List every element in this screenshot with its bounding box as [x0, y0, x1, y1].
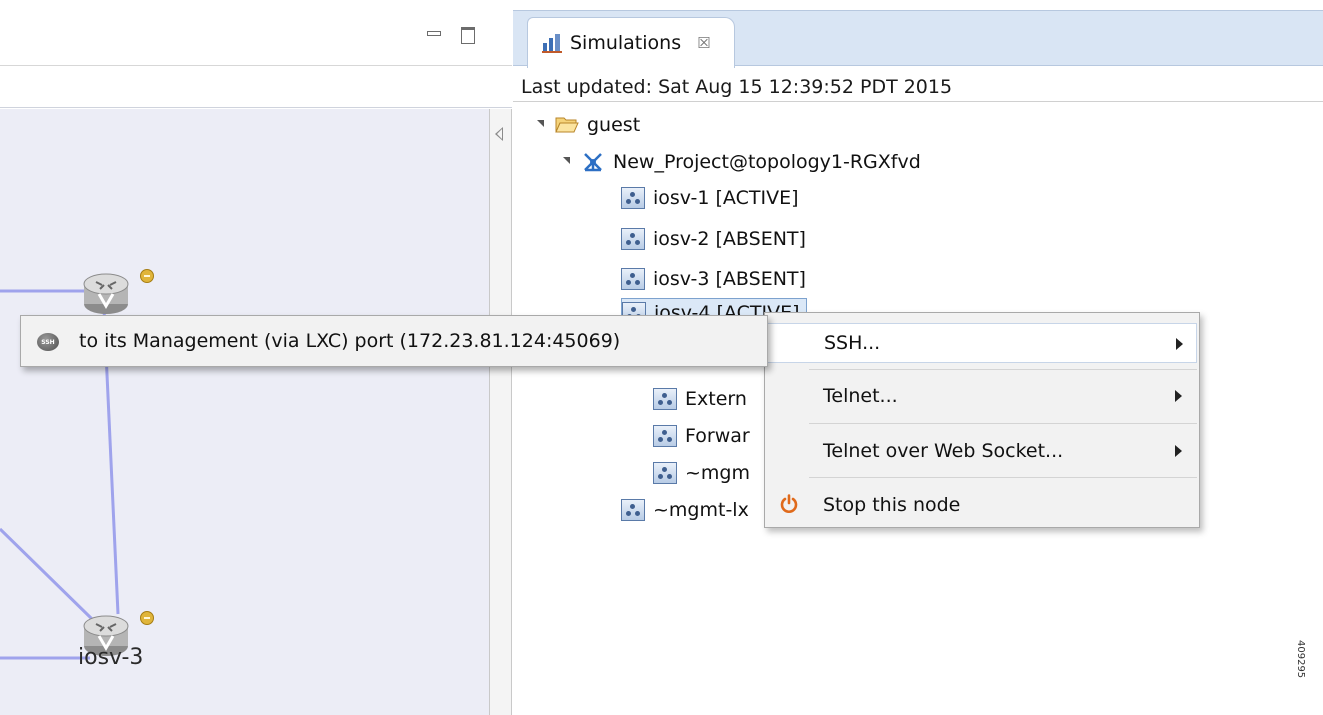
menu-item-label: Stop this node — [823, 494, 961, 516]
node-icon — [621, 187, 645, 209]
last-updated-text: Last updated: Sat Aug 15 12:39:52 PDT 20… — [521, 76, 953, 98]
tree-item-node[interactable]: iosv-3 [ABSENT] — [621, 262, 806, 296]
topology-icon — [584, 153, 602, 172]
node-icon — [621, 268, 645, 290]
tree-item-interface[interactable]: Extern — [653, 382, 747, 416]
menu-separator — [809, 477, 1197, 478]
node-icon — [653, 425, 677, 447]
topology-links — [0, 289, 120, 660]
maximize-button[interactable] — [458, 26, 476, 44]
expand-arrow-icon[interactable] — [561, 156, 573, 168]
node-icon — [621, 499, 645, 521]
close-icon[interactable]: ☒ — [697, 34, 710, 52]
expand-arrow-icon[interactable] — [535, 119, 547, 131]
submenu-arrow-icon — [1175, 445, 1182, 457]
palette-collapse-bar[interactable] — [489, 109, 512, 715]
tree-label: ~mgmt-lx — [653, 499, 749, 521]
tree-item-interface[interactable]: ~mgm — [653, 456, 750, 490]
tree-label: guest — [587, 114, 641, 136]
menu-item-telnet[interactable]: Telnet... — [767, 376, 1197, 416]
folder-open-icon — [555, 117, 579, 133]
tree-label: ~mgm — [685, 462, 750, 484]
editor-header — [0, 0, 512, 66]
menu-separator — [809, 423, 1197, 424]
editor-subheader — [0, 66, 512, 108]
menu-item-label: Telnet over Web Socket... — [823, 440, 1064, 462]
node-icon — [653, 388, 677, 410]
topology-canvas[interactable] — [0, 109, 489, 715]
collapse-left-icon[interactable] — [495, 127, 503, 141]
view-tab-bar: Simulations ☒ — [513, 10, 1323, 68]
tree-label: iosv-2 [ABSENT] — [653, 228, 806, 250]
menu-separator — [809, 369, 1197, 370]
menu-item-telnet-websocket[interactable]: Telnet over Web Socket... — [767, 431, 1197, 471]
node-icon — [653, 462, 677, 484]
tree-label: New_Project@topology1-RGXfvd — [613, 151, 921, 173]
tree-label: Extern — [685, 388, 747, 410]
power-icon — [780, 494, 798, 513]
node-icon — [621, 228, 645, 250]
menu-item-stop-node[interactable]: Stop this node — [767, 485, 1197, 525]
ssh-submenu[interactable]: SSH to its Management (via LXC) port (17… — [20, 315, 768, 367]
node-label: iosv-3 — [78, 645, 144, 670]
tab-label: Simulations — [570, 32, 682, 54]
tree-label: iosv-1 [ACTIVE] — [653, 187, 799, 209]
menu-item-label: Telnet... — [823, 385, 898, 407]
ssh-icon: SSH — [37, 333, 59, 351]
tree-label: iosv-3 [ABSENT] — [653, 268, 806, 290]
router-icon[interactable] — [82, 270, 130, 316]
submenu-item-label: to its Management (via LXC) port (172.23… — [79, 330, 621, 352]
divider — [513, 101, 1323, 102]
tree-item-node[interactable]: iosv-2 [ABSENT] — [621, 222, 806, 256]
link-line — [0, 527, 94, 621]
tree-item-node[interactable]: iosv-1 [ACTIVE] — [621, 181, 799, 215]
context-menu: SSH... Telnet... Telnet over Web Socket.… — [764, 312, 1200, 528]
menu-item-label: SSH... — [824, 332, 881, 354]
minimize-button[interactable] — [424, 26, 442, 42]
status-minus-icon — [140, 611, 154, 625]
submenu-arrow-icon — [1176, 338, 1183, 350]
figure-id: 409295 — [1295, 640, 1306, 679]
simulations-icon — [542, 34, 562, 53]
tree-item-interface[interactable]: Forwar — [653, 419, 750, 453]
tree-item-project[interactable]: New_Project@topology1-RGXfvd — [561, 145, 921, 179]
submenu-arrow-icon — [1175, 390, 1182, 402]
tree-label: Forwar — [685, 425, 750, 447]
status-minus-icon — [140, 269, 154, 283]
tree-item-guest[interactable]: guest — [535, 108, 640, 142]
tree-item-node[interactable]: ~mgmt-lx — [621, 493, 749, 527]
menu-item-ssh[interactable]: SSH... — [767, 323, 1197, 363]
tab-simulations[interactable]: Simulations ☒ — [527, 17, 735, 68]
